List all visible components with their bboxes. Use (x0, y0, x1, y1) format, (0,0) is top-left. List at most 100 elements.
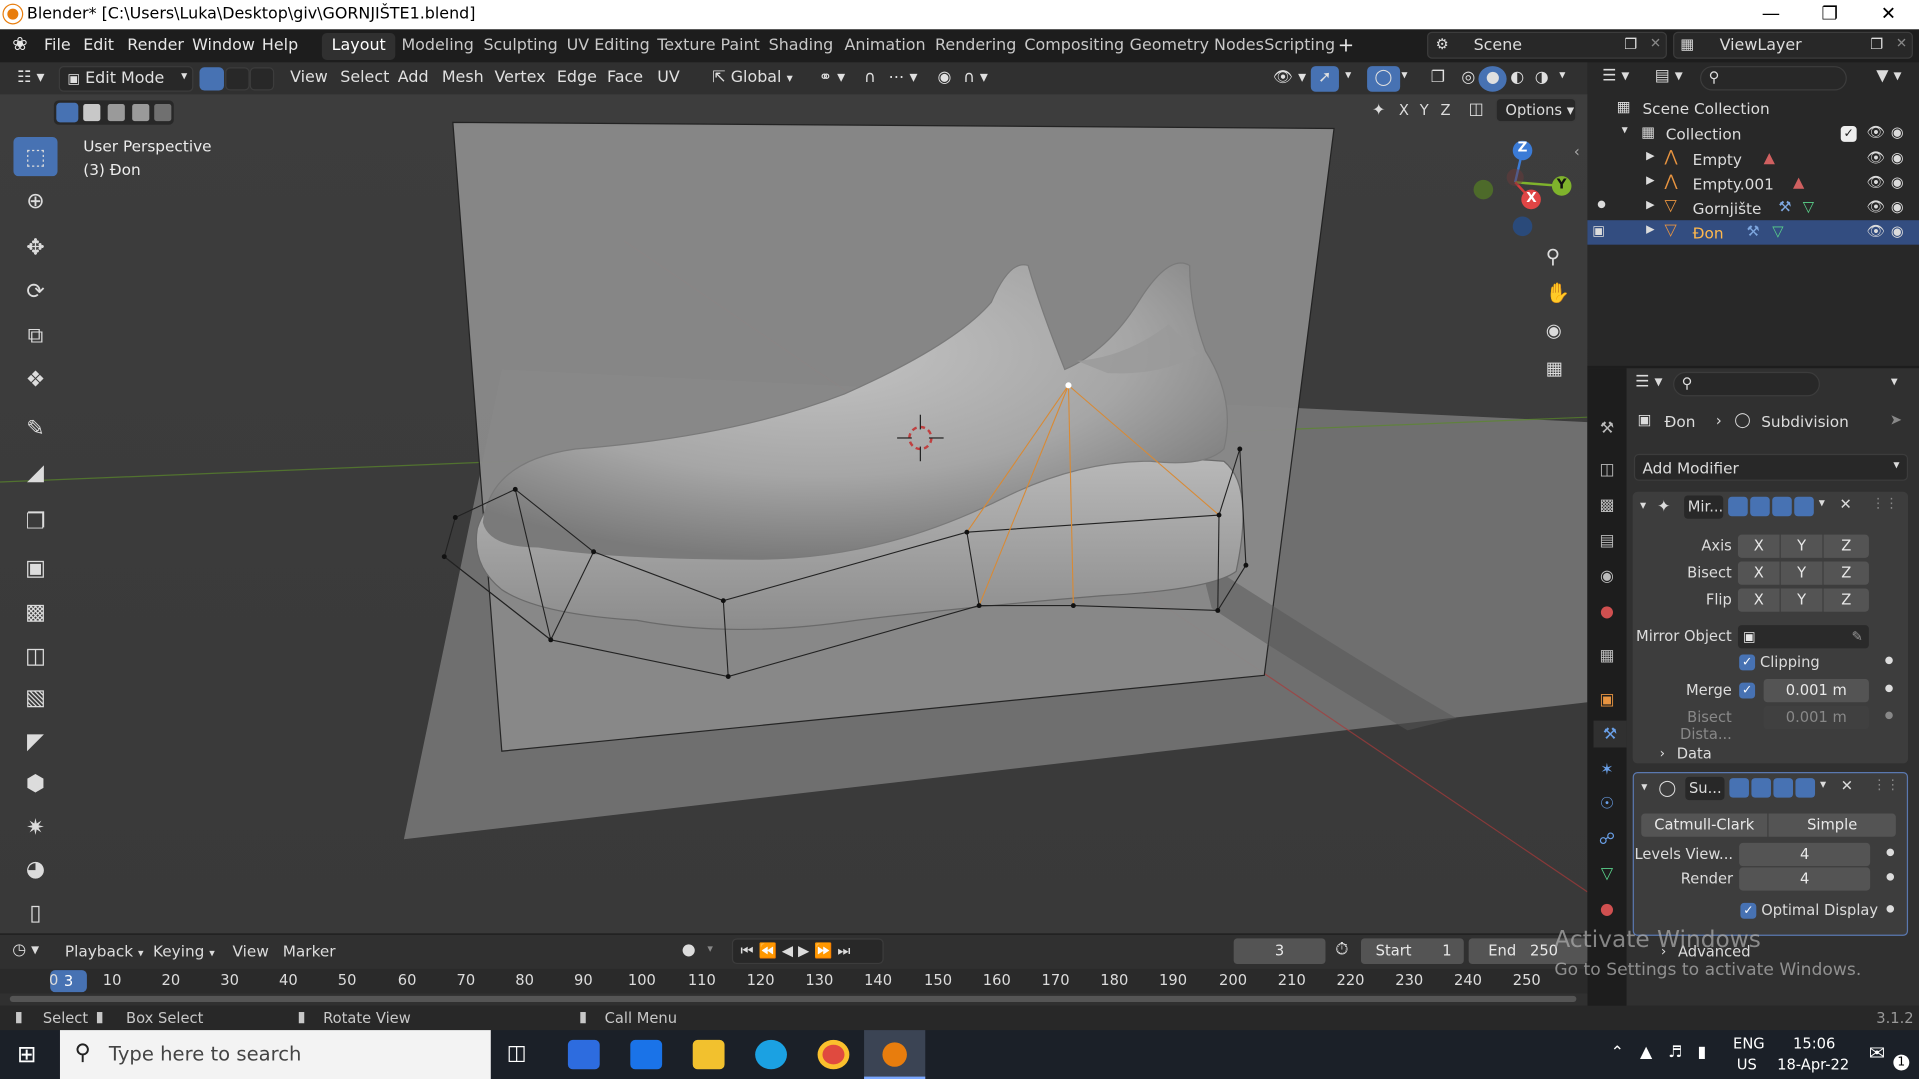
keying-menu[interactable]: Keying ▾ (153, 942, 215, 960)
current-frame-field[interactable]: 3 (1233, 938, 1326, 965)
pivot-point-icon[interactable]: ⚭ ▾ (811, 66, 852, 92)
render-levels-field[interactable]: 4 (1739, 867, 1871, 891)
keyframe-dot-icon[interactable]: ● (1886, 903, 1895, 914)
eyedropper-icon[interactable]: ✎ (1851, 625, 1862, 648)
snap-target-icon[interactable]: ⋯ ▾ (881, 66, 925, 92)
spin-tool-icon[interactable]: ✷ (13, 807, 57, 846)
knife-tool-icon[interactable]: ◤ (13, 722, 57, 761)
select-box-tool-icon[interactable]: ⬚ (13, 137, 58, 177)
zoom-icon[interactable]: ⚲ (1546, 245, 1560, 268)
header-menu-vertex[interactable]: Vertex (487, 66, 553, 92)
options-dropdown[interactable]: Options ▾ (1495, 97, 1577, 123)
bisect-y-toggle[interactable]: Y (1780, 561, 1823, 585)
mirror-x-toggle[interactable]: X (1399, 102, 1409, 119)
data-tab-icon[interactable]: ▽ (1594, 860, 1621, 887)
keyboard-layout[interactable]: US (1737, 1056, 1757, 1073)
tab-sculpting[interactable]: Sculpting (474, 33, 568, 60)
axis-y-toggle[interactable]: Y (1780, 534, 1823, 558)
header-menu-uv[interactable]: UV (650, 66, 687, 92)
menu-edit[interactable]: Edit (83, 37, 114, 55)
tab-compositing[interactable]: Compositing (1015, 33, 1134, 60)
output-tab-icon[interactable]: ▩ (1594, 492, 1621, 519)
snap-icon[interactable]: ∩ (857, 66, 883, 92)
viewport-toggle-icon[interactable] (1772, 496, 1792, 517)
select-intersect-icon[interactable] (154, 103, 172, 122)
tab-uv-editing[interactable]: UV Editing (557, 33, 660, 60)
menu-render[interactable]: Render (127, 37, 184, 55)
scene-selector[interactable]: ⚙ Scene ❐ ✕ (1427, 31, 1667, 59)
select-extend-icon[interactable] (83, 103, 101, 122)
render-camera-icon[interactable]: ◉ (1891, 124, 1904, 141)
collection-tab-icon[interactable]: ▦ (1594, 642, 1621, 669)
collapse-icon[interactable]: ▾ (1640, 499, 1646, 512)
modifier-tab-icon[interactable]: ⚒ (1593, 720, 1627, 748)
keyframe-dot-icon[interactable]: ● (1886, 871, 1895, 882)
mirror-object-field[interactable]: ▣ ✎ (1737, 625, 1869, 649)
selected-vertex[interactable] (1065, 382, 1072, 389)
visibility-eye-icon[interactable]: 👁 (1866, 223, 1885, 240)
header-menu-add[interactable]: Add (390, 66, 435, 92)
mirror-name-field[interactable]: Mir... (1684, 495, 1724, 519)
remove-scene-icon[interactable]: ✕ (1650, 35, 1661, 51)
tab-geometry-nodes[interactable]: Geometry Nodes (1120, 33, 1274, 60)
render-tab-icon[interactable]: ◫ (1594, 456, 1621, 483)
render-camera-icon[interactable]: ◉ (1891, 149, 1904, 166)
extrude-tool-icon[interactable]: ▣ (13, 548, 57, 587)
tab-scripting[interactable]: Scripting (1254, 33, 1344, 60)
xray-toggle-icon[interactable]: ❐ (1423, 66, 1452, 92)
clipping-checkbox[interactable]: ✓ (1739, 654, 1756, 671)
edit-mode-toggle-icon[interactable] (1729, 778, 1749, 798)
pin-icon[interactable]: ➤ (1890, 411, 1902, 428)
battery-icon[interactable]: ▮ (1698, 1044, 1707, 1062)
playback-controls[interactable]: ⏮⏪◀▶⏩⏭ (731, 938, 884, 965)
expand-icon[interactable]: › (1660, 745, 1665, 761)
particles-tab-icon[interactable]: ✶ (1594, 756, 1621, 783)
remove-modifier-icon[interactable]: ✕ (1841, 777, 1853, 794)
visibility-icon[interactable]: 👁 ▾ (1266, 66, 1314, 92)
remove-view-layer-icon[interactable]: ✕ (1896, 35, 1907, 51)
add-workspace-icon[interactable]: + (1338, 33, 1354, 56)
collection-exclude-checkbox[interactable]: ✓ (1840, 126, 1857, 142)
tray-overflow-icon[interactable]: ⌃ (1611, 1044, 1624, 1062)
timeline-scrollbar[interactable] (9, 995, 1577, 1002)
start-frame-field[interactable]: Start 1 (1360, 938, 1464, 965)
header-menu-select[interactable]: Select (333, 66, 397, 92)
props-options-icon[interactable]: ▾ (1891, 373, 1898, 389)
windows-start-icon[interactable]: ⊞ (17, 1041, 36, 1068)
store-icon[interactable] (567, 1039, 600, 1070)
visibility-eye-icon[interactable]: 👁 (1866, 149, 1885, 166)
timeline-editor-icon[interactable]: ◷ ▾ (12, 941, 39, 959)
frame-ruler[interactable]: 3 0 10 20 30 40 50 60 70 80 90 100 110 1… (0, 968, 1588, 994)
tab-texture-paint[interactable]: Texture Paint (647, 33, 769, 60)
measure-tool-icon[interactable]: ◢ (13, 453, 57, 492)
outliner-scene-collection[interactable]: ▦ Scene Collection (1587, 95, 1919, 119)
modifier-menu-icon[interactable]: ▾ (1819, 497, 1825, 510)
tab-modeling[interactable]: Modeling (392, 33, 484, 60)
bisect-x-toggle[interactable]: X (1737, 561, 1780, 585)
mode-dropdown[interactable]: ▣ Edit Mode ▾ (58, 66, 194, 92)
catmull-clark-toggle[interactable]: Catmull-Clark (1641, 813, 1768, 837)
tab-rendering[interactable]: Rendering (925, 33, 1026, 60)
render-camera-icon[interactable]: ◉ (1891, 223, 1904, 240)
expand-icon[interactable]: ▶ (1646, 224, 1654, 236)
flip-z-toggle[interactable]: Z (1823, 588, 1869, 612)
proportional-edit-icon[interactable]: ◉ (930, 66, 959, 92)
simple-toggle[interactable]: Simple (1768, 813, 1896, 837)
camera-view-icon[interactable]: ◉ (1546, 319, 1562, 341)
overlays-dropdown-icon[interactable]: ▾ (1394, 66, 1415, 92)
select-invert-icon[interactable] (132, 103, 150, 122)
pan-hand-icon[interactable]: ✋ (1546, 281, 1570, 304)
props-editor-icon[interactable]: ☰ ▾ (1635, 373, 1662, 391)
taskbar-search-box[interactable]: ⚲ Type here to search (59, 1030, 491, 1079)
timeline-view-menu[interactable]: View (233, 942, 269, 960)
modifier-menu-icon[interactable]: ▾ (1820, 778, 1826, 791)
bevel-tool-icon[interactable]: ◫ (13, 636, 57, 675)
expand-icon[interactable]: ▶ (1646, 199, 1654, 211)
jump-end-icon[interactable]: ⏭ (837, 942, 855, 959)
outliner-item-empty[interactable]: ▶ ⋀ Empty ▲ 👁 ◉ (1587, 147, 1919, 171)
select-new-icon[interactable] (56, 102, 79, 123)
file-explorer-icon[interactable] (692, 1039, 725, 1070)
select-subtract-icon[interactable] (107, 103, 125, 122)
auto-merge-icon[interactable]: ◫ (1469, 100, 1484, 118)
cursor-tool-icon[interactable]: ⊕ (13, 181, 57, 220)
